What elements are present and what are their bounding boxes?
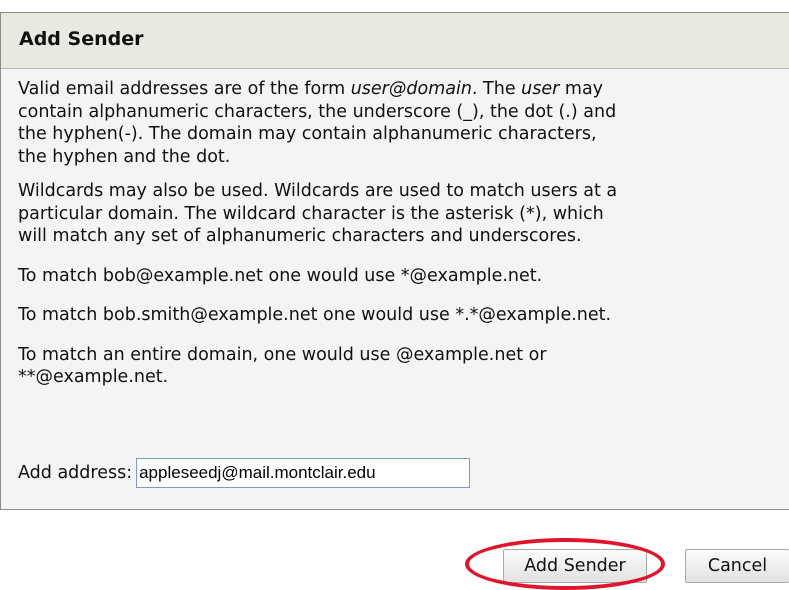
example-1: To match bob@example.net one would use *…	[18, 265, 543, 286]
dialog-title: Add Sender	[19, 28, 144, 50]
example-3: To match an entire domain, one would use…	[18, 344, 789, 389]
wildcards-line-2: particular domain. The wildcard characte…	[18, 203, 604, 224]
add-sender-button[interactable]: Add Sender	[503, 549, 647, 583]
wildcards-line-1: Wildcards may also be used. Wildcards ar…	[18, 181, 618, 201]
add-address-row: Add address:	[18, 458, 471, 488]
intro-text-pre: Valid email addresses are of the form	[18, 79, 351, 99]
intro-user-domain: user@domain	[350, 79, 472, 99]
intro-line-3: the hyphen(-). The domain may contain al…	[18, 124, 597, 144]
intro-text-post: may	[559, 79, 604, 99]
example-2: To match bob.smith@example.net one would…	[18, 305, 612, 325]
wildcards-line-3: will match any set of alphanumeric chara…	[18, 226, 582, 246]
add-address-input[interactable]	[136, 458, 471, 488]
dialog-titlebar: Add Sender	[1, 13, 789, 69]
cancel-button[interactable]: Cancel	[685, 549, 789, 583]
dialog-content: Valid email addresses are of the form us…	[18, 78, 789, 401]
example-3-line-1: To match an entire domain, one would use…	[18, 344, 547, 365]
add-address-label: Add address:	[18, 463, 133, 483]
intro-line-4: the hyphen and the dot.	[18, 146, 231, 167]
intro-user: user	[521, 79, 560, 99]
intro-text-mid: . The	[471, 79, 522, 99]
intro-line-2: contain alphanumeric characters, the und…	[18, 101, 617, 122]
intro-paragraph: Valid email addresses are of the form us…	[18, 78, 789, 168]
wildcards-paragraph: Wildcards may also be used. Wildcards ar…	[18, 180, 789, 248]
example-3-line-2: **@example.net.	[18, 367, 169, 387]
